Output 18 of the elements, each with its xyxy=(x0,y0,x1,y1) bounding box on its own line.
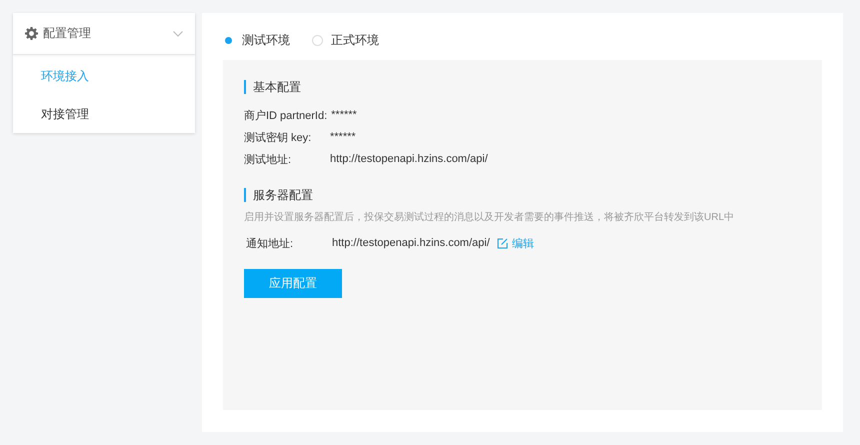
field-value: ****** xyxy=(331,109,357,121)
section-title: 服务器配置 xyxy=(244,188,801,202)
field-value: http://testopenapi.hzins.com/api/ xyxy=(332,237,490,249)
section-title: 基本配置 xyxy=(244,80,801,94)
settings-icon xyxy=(25,27,38,40)
field-value: ****** xyxy=(330,131,356,143)
field-label: 测试密钥 key: xyxy=(244,130,312,144)
environment-radio[interactable]: 测试环境 xyxy=(223,32,290,48)
environment-radio[interactable]: 正式环境 xyxy=(312,32,379,48)
sidebar-item[interactable]: 对接管理 xyxy=(13,95,195,133)
edit-icon xyxy=(496,238,508,248)
menu-group-title[interactable]: 配置管理 xyxy=(43,25,173,42)
field-label: 测试地址: xyxy=(244,152,292,166)
field-value: http://testopenapi.hzins.com/api/ xyxy=(330,153,488,165)
field-label: 通知地址: xyxy=(246,236,294,250)
section-note: 启用并设置服务器配置后，投保交易测试过程的消息以及开发者需要的事件推送，将被齐欣平台转发到该URL中 xyxy=(244,210,736,224)
field-label: 商户ID partnerId: xyxy=(244,108,328,122)
chevron-down-icon[interactable] xyxy=(173,30,183,36)
